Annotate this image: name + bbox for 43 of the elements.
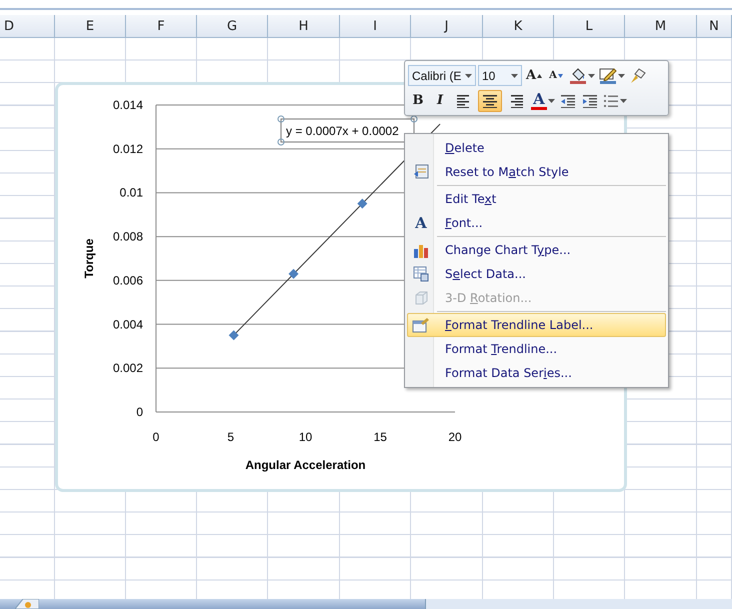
x-tick-label: 0 (152, 430, 160, 444)
trendline-label[interactable]: y = 0.0007x + 0.0002 (280, 118, 414, 142)
column-header[interactable]: M (625, 15, 697, 37)
shrink-font-button[interactable]: A (546, 64, 566, 86)
font-size-field[interactable]: 10 (478, 65, 522, 86)
menu-item[interactable]: A Font... (407, 211, 666, 235)
x-tick-label: 20 (448, 430, 462, 444)
column-header[interactable]: I (340, 15, 411, 37)
column-header[interactable]: D (0, 15, 55, 37)
font-icon: A (415, 214, 427, 232)
font-name-field[interactable]: Calibri (E (408, 65, 476, 86)
menu-item[interactable]: Format Trendline... (407, 337, 666, 361)
column-header[interactable]: N (697, 15, 732, 37)
menu-item[interactable]: Edit Text (407, 187, 666, 211)
x-tick-label: 10 (298, 430, 312, 444)
y-tick-label: 0.01 (120, 186, 143, 200)
y-tick-label: 0.008 (112, 230, 143, 244)
column-header[interactable]: E (55, 15, 126, 37)
italic-button[interactable]: I (430, 90, 450, 112)
y-tick-label: 0.002 (112, 361, 143, 376)
menu-item[interactable]: Format Trendline Label... (407, 313, 666, 337)
y-tick-label: 0 (136, 405, 143, 419)
y-tick-label: 0.006 (112, 273, 143, 288)
column-header[interactable]: G (197, 15, 268, 37)
y-tick-label: 0.014 (112, 98, 143, 112)
x-axis-title: Angular Acceleration (245, 458, 366, 472)
menu-item[interactable]: Select Data... (407, 262, 666, 286)
column-header[interactable]: H (268, 15, 340, 37)
column-header[interactable]: F (126, 15, 197, 37)
menu-item[interactable]: Reset to Match Style (407, 160, 666, 184)
column-header[interactable]: J (411, 15, 483, 37)
grow-font-button[interactable]: A (524, 64, 544, 86)
bold-button[interactable]: B (408, 90, 428, 112)
y-tick-label: 0.012 (112, 142, 143, 156)
column-header[interactable]: L (554, 15, 625, 37)
x-tick-label: 5 (227, 430, 234, 444)
y-tick-label: 0.004 (112, 317, 143, 332)
menu-item[interactable]: Format Data Series... (407, 361, 666, 385)
y-axis-title: Torque (82, 238, 96, 278)
menu-item[interactable]: Change Chart Type... (407, 238, 666, 262)
x-tick-label: 15 (374, 430, 387, 444)
font-color-button[interactable]: A (530, 90, 556, 112)
column-header[interactable]: K (483, 15, 554, 37)
